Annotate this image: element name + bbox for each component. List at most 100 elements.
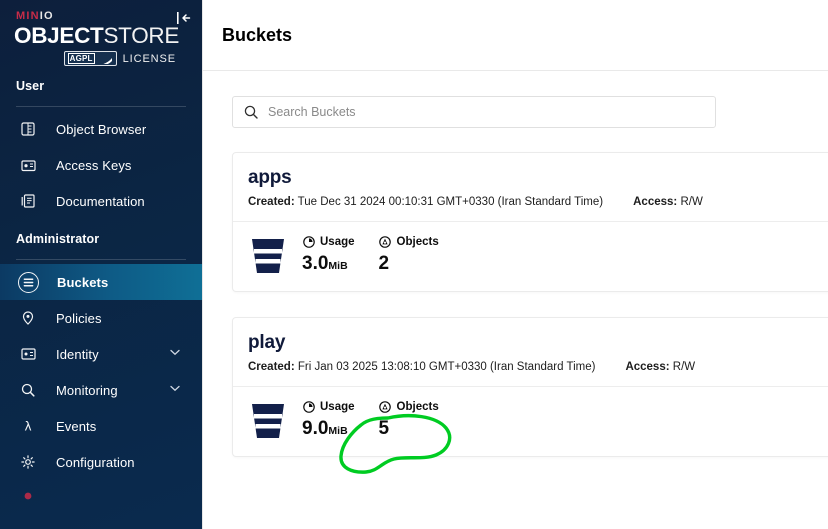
usage-stat: Usage 3.0MiB: [302, 236, 355, 277]
bucket-icon: [248, 235, 288, 277]
license-label: LICENSE: [122, 52, 176, 65]
brand-min: MIN: [16, 10, 40, 22]
wordmark-object: OBJECT: [14, 23, 104, 48]
objects-stat: Objects 5: [379, 401, 439, 442]
bucket-card-header: apps Created: Tue Dec 31 2024 00:10:31 G…: [233, 153, 828, 221]
search-input[interactable]: [268, 105, 705, 119]
bucket-meta-row: Created: Fri Jan 03 2025 13:08:10 GMT+03…: [248, 361, 828, 373]
bucket-card[interactable]: apps Created: Tue Dec 31 2024 00:10:31 G…: [232, 152, 828, 292]
usage-value-wrap: 3.0MiB: [302, 253, 355, 277]
bucket-meta-row: Created: Tue Dec 31 2024 00:10:31 GMT+03…: [248, 196, 828, 208]
events-lambda-icon: λ: [18, 416, 38, 436]
sidebar-item-label: Access Keys: [56, 157, 132, 173]
monitoring-icon: [18, 380, 38, 400]
access-value: R/W: [672, 361, 696, 373]
bucket-card-stats: Usage 9.0MiB Objects 5: [233, 387, 828, 456]
objects-value: 2: [378, 252, 390, 274]
objects-label: Objects: [396, 236, 439, 248]
sidebar-item-policies[interactable]: Policies: [0, 300, 202, 336]
bucket-card[interactable]: play Created: Fri Jan 03 2025 13:08:10 G…: [232, 317, 828, 457]
access-label: Access:: [633, 196, 678, 208]
bucket-name[interactable]: play: [248, 332, 828, 354]
sidebar-divider-user: [16, 106, 186, 107]
sidebar-item-label: Events: [56, 418, 97, 434]
main-content: Buckets apps Created: Tue Dec 31 2024 00…: [202, 0, 828, 529]
identity-icon: [18, 344, 38, 364]
sidebar-item-label: Monitoring: [56, 382, 118, 398]
sidebar-item-buckets[interactable]: Buckets: [0, 264, 202, 300]
usage-unit: MiB: [328, 424, 348, 437]
objects-head: Objects: [379, 401, 439, 414]
search-buckets-box[interactable]: [232, 96, 716, 128]
clock-icon: [302, 236, 315, 249]
bucket-access: Access: R/W: [625, 361, 695, 373]
sidebar-item-identity[interactable]: Identity: [0, 336, 202, 372]
page-title: Buckets: [222, 24, 293, 45]
documentation-icon: [18, 191, 38, 211]
logo-area[interactable]: MINIO OBJECTSTORE AGPL LICENSE: [0, 0, 202, 66]
wordmark-store: STORE: [103, 23, 180, 48]
usage-value: 3.0: [302, 252, 329, 274]
created-value: Fri Jan 03 2025 13:08:10 GMT+0330 (Iran …: [297, 361, 596, 373]
object-store-wordmark: OBJECTSTORE: [14, 23, 188, 49]
sidebar-item-label: Documentation: [56, 193, 145, 209]
minio-console-window: MINIO OBJECTSTORE AGPL LICENSE User Obje…: [0, 0, 828, 529]
usage-stat: Usage 9.0MiB: [302, 401, 355, 442]
sidebar-item-documentation[interactable]: Documentation: [0, 183, 202, 219]
access-keys-icon: [18, 155, 38, 175]
sidebar-section-user: User: [16, 79, 45, 93]
chevron-down-icon[interactable]: [170, 349, 180, 359]
sidebar-item-configuration[interactable]: Configuration: [0, 444, 202, 480]
agpl-swoosh-icon: [97, 54, 113, 64]
sidebar-item-label: Object Browser: [56, 121, 147, 137]
brand-io: IO: [39, 10, 54, 22]
usage-value: 9.0: [302, 417, 329, 439]
usage-label: Usage: [320, 401, 355, 413]
sidebar-section-administrator: Administrator: [16, 232, 100, 246]
search-icon: [243, 104, 259, 120]
bucket-created: Created: Tue Dec 31 2024 00:10:31 GMT+03…: [248, 196, 603, 208]
sidebar-item-events[interactable]: λ Events: [0, 408, 202, 444]
buckets-icon: [18, 271, 39, 293]
sidebar-nav-administrator: Buckets Policies Identity Monitoring λ E…: [0, 264, 202, 516]
bucket-card-header: play Created: Fri Jan 03 2025 13:08:10 G…: [233, 318, 828, 386]
sidebar-item-label: Policies: [56, 310, 102, 326]
object-browser-icon: [18, 119, 38, 139]
license-row: AGPL LICENSE: [14, 51, 188, 66]
chevron-down-icon[interactable]: [170, 385, 180, 395]
agpl-badge-label: AGPL: [67, 53, 95, 64]
sidebar-nav-user: Object Browser Access Keys Documentation: [0, 111, 202, 219]
sidebar-item-access-keys[interactable]: Access Keys: [0, 147, 202, 183]
policies-icon: [18, 308, 38, 328]
sidebar-divider-administrator: [16, 259, 186, 260]
objects-head: Objects: [379, 236, 439, 249]
access-label: Access:: [625, 361, 670, 373]
objects-icon: [379, 401, 392, 414]
bucket-name[interactable]: apps: [248, 167, 828, 189]
svg-text:λ: λ: [24, 420, 31, 434]
bucket-stats: Usage 3.0MiB Objects 2: [302, 236, 463, 277]
created-label: Created:: [248, 361, 295, 373]
sidebar-item-object-browser[interactable]: Object Browser: [0, 111, 202, 147]
configuration-gear-icon: [18, 452, 38, 472]
created-value: Tue Dec 31 2024 00:10:31 GMT+0330 (Iran …: [297, 196, 604, 208]
usage-label: Usage: [320, 236, 355, 248]
usage-head: Usage: [302, 401, 355, 414]
sidebar-item-partial-cutoff[interactable]: [0, 480, 202, 516]
access-value: R/W: [680, 196, 703, 208]
sidebar-item-monitoring[interactable]: Monitoring: [0, 372, 202, 408]
buckets-panel: apps Created: Tue Dec 31 2024 00:10:31 G…: [203, 71, 828, 529]
objects-value: 5: [378, 417, 390, 439]
sidebar-item-label: Configuration: [56, 454, 135, 470]
license-badge-icon: [18, 488, 38, 508]
objects-icon: [379, 236, 392, 249]
page-header: Buckets: [203, 0, 828, 71]
sidebar-item-label: Identity: [56, 346, 99, 362]
collapse-sidebar-icon[interactable]: [174, 8, 194, 28]
objects-label: Objects: [396, 401, 439, 413]
minio-brand-text: MINIO: [14, 10, 188, 22]
bucket-card-stats: Usage 3.0MiB Objects 2: [233, 222, 828, 291]
bucket-created: Created: Fri Jan 03 2025 13:08:10 GMT+03…: [248, 361, 595, 373]
sidebar-item-label: Buckets: [57, 274, 109, 290]
usage-value-wrap: 9.0MiB: [302, 418, 355, 442]
